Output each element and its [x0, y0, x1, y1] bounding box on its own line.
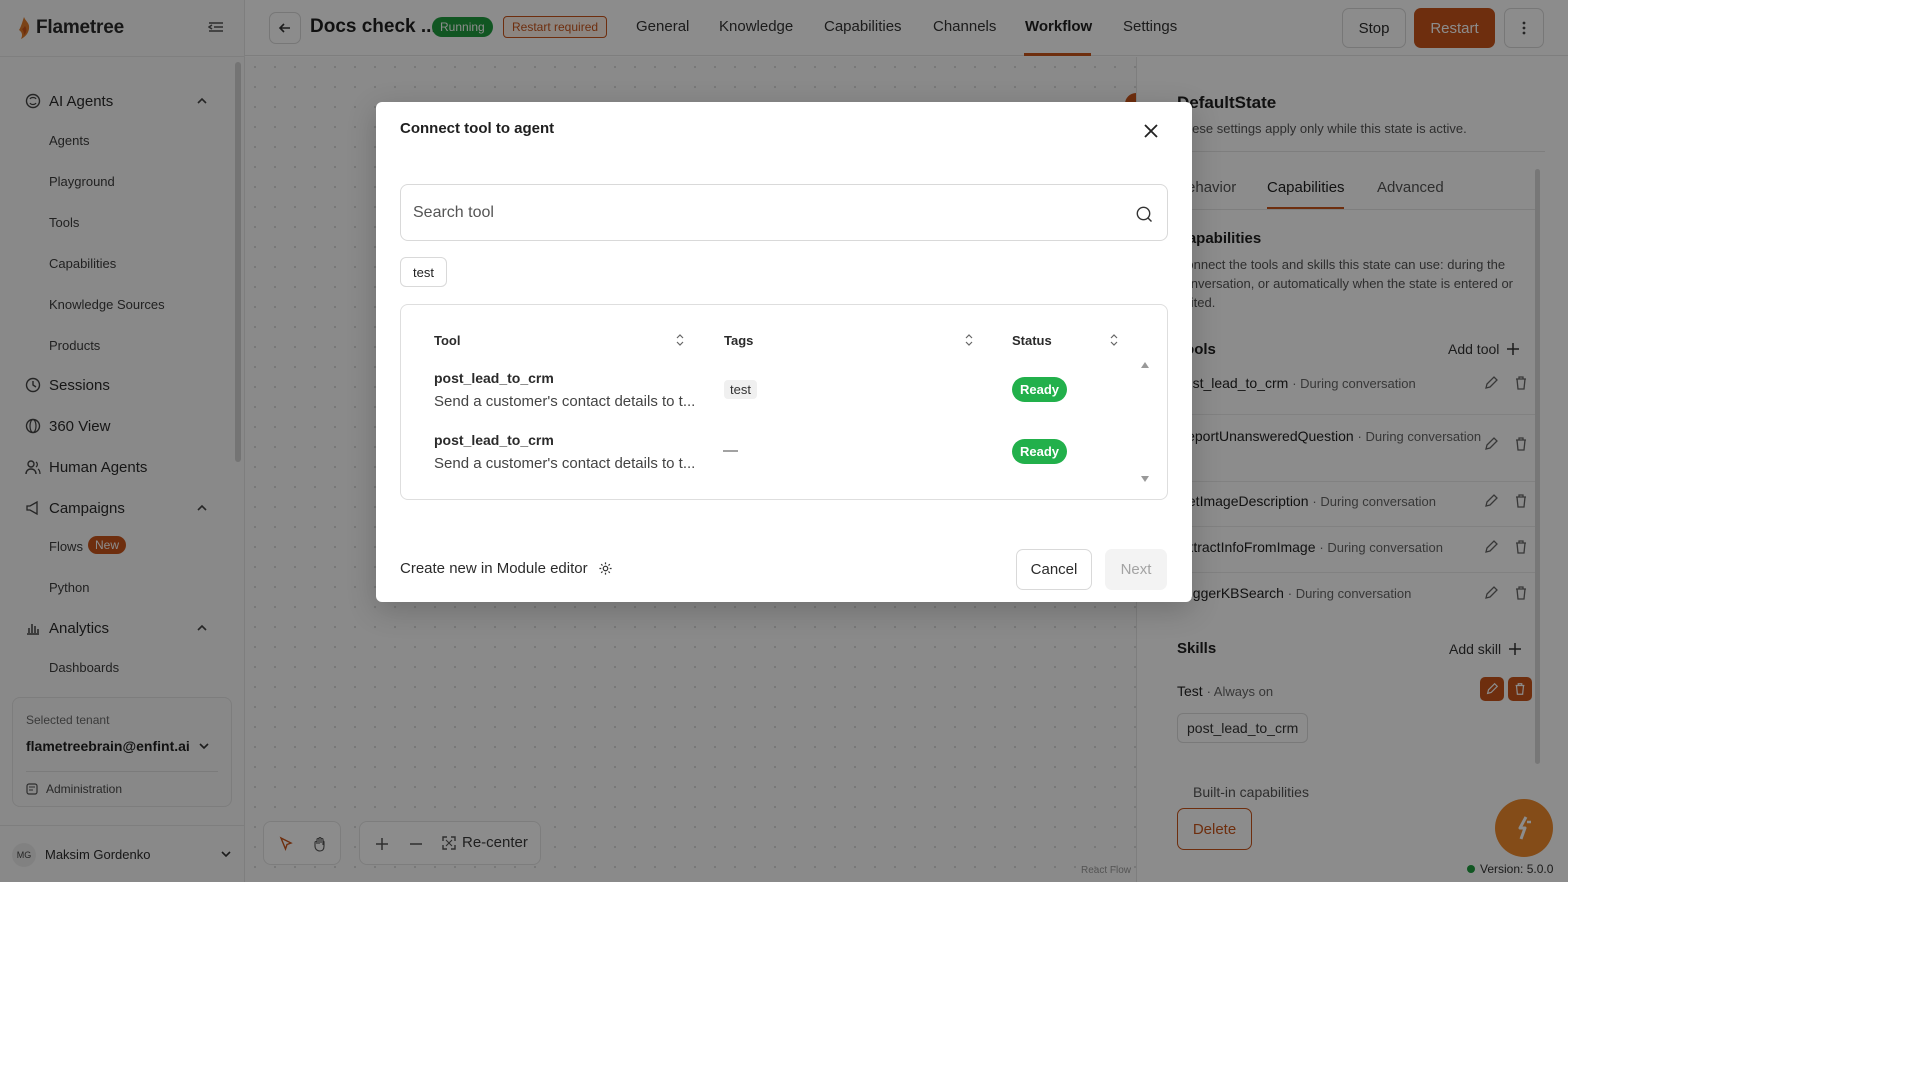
tool-tag: test	[724, 380, 757, 399]
scroll-down-icon[interactable]	[1141, 476, 1149, 482]
search-field	[400, 184, 1168, 241]
create-in-module-editor-link[interactable]: Create new in Module editor	[400, 560, 613, 577]
cancel-button[interactable]: Cancel	[1016, 549, 1092, 590]
column-header-status[interactable]: Status	[1012, 333, 1052, 348]
create-label: Create new in Module editor	[400, 560, 588, 577]
gear-icon	[599, 562, 612, 575]
modal-title: Connect tool to agent	[400, 120, 555, 137]
search-icon[interactable]	[1136, 206, 1153, 223]
status-badge: Ready	[1012, 439, 1067, 464]
sort-icon[interactable]	[965, 334, 973, 346]
tool-name: post_lead_to_crm	[434, 370, 554, 386]
search-input[interactable]	[413, 185, 1113, 240]
next-button[interactable]: Next	[1105, 549, 1167, 590]
connect-tool-modal: Connect tool to agent test Tool Tags Sta…	[376, 102, 1192, 602]
status-badge: Ready	[1012, 377, 1067, 402]
sort-icon[interactable]	[1110, 334, 1118, 346]
column-header-tags[interactable]: Tags	[724, 333, 753, 348]
scroll-up-icon[interactable]	[1141, 362, 1149, 368]
tool-name: post_lead_to_crm	[434, 432, 554, 448]
tools-table: Tool Tags Status post_lead_to_crm Send a…	[400, 304, 1168, 500]
filter-chip[interactable]: test	[400, 257, 447, 287]
column-header-tool[interactable]: Tool	[434, 333, 460, 348]
tool-description: Send a customer's contact details to t..…	[434, 393, 696, 410]
tool-description: Send a customer's contact details to t..…	[434, 455, 696, 472]
tool-tag-empty: —	[723, 442, 738, 459]
close-icon[interactable]	[1140, 120, 1162, 142]
sort-icon[interactable]	[676, 334, 684, 346]
